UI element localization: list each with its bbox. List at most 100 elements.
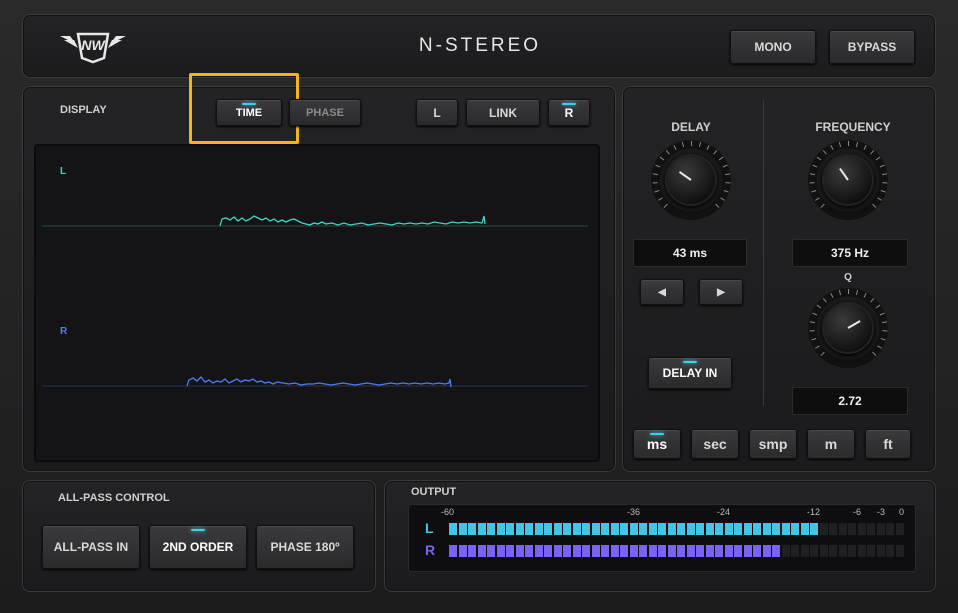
meter-bar-r — [449, 545, 905, 557]
meter-segment — [620, 523, 628, 535]
delay-in-led-indicator — [683, 361, 697, 363]
delay-knob[interactable] — [651, 140, 731, 220]
second-order-button[interactable]: 2ND ORDER — [149, 525, 247, 569]
meter-segment — [781, 523, 790, 535]
knob-tick — [847, 289, 849, 294]
meter-segment — [468, 545, 476, 557]
meter-bar-l — [449, 523, 905, 535]
highlight-box — [189, 73, 299, 144]
unit-ft-button[interactable]: ft — [865, 429, 911, 459]
meter-scale-tick: -3 — [877, 507, 886, 517]
meter-segment — [544, 523, 552, 535]
meter-segment — [857, 523, 866, 535]
meter-segment — [772, 523, 780, 535]
logo: NW — [58, 30, 128, 64]
mono-button[interactable]: MONO — [730, 30, 816, 64]
meter-segment — [715, 545, 723, 557]
meter-segment — [677, 523, 685, 535]
meter-segment — [800, 523, 809, 535]
bypass-button[interactable]: BYPASS — [829, 30, 915, 64]
unit-m-button[interactable]: m — [807, 429, 855, 459]
link-button[interactable]: LINK — [466, 99, 540, 126]
waveform-l — [219, 215, 486, 227]
output-section-label: OUTPUT — [411, 486, 457, 498]
meter-segment — [525, 523, 533, 535]
meter-segment — [629, 545, 638, 557]
meter-segment — [895, 545, 904, 557]
meter-segment — [506, 545, 514, 557]
waveform-display: L R — [34, 144, 600, 462]
meter-segment — [848, 545, 856, 557]
delay-label: DELAY — [671, 120, 711, 134]
delay-in-button[interactable]: DELAY IN — [648, 357, 732, 389]
meter-segment — [848, 523, 856, 535]
meter-segment — [838, 545, 847, 557]
unit-sec-button[interactable]: sec — [691, 429, 739, 459]
second-order-led-indicator — [191, 529, 205, 531]
meter-segment — [610, 523, 619, 535]
right-arrow-icon: ▶ — [717, 286, 725, 298]
meter-scale-tick: -6 — [853, 507, 862, 517]
meter-segment — [876, 523, 885, 535]
meter-l-label: L — [425, 520, 434, 536]
frequency-value[interactable]: 375 Hz — [792, 239, 908, 267]
meter-segment — [468, 523, 476, 535]
phase-180-button[interactable]: PHASE 180º — [256, 525, 354, 569]
meter-segment — [639, 545, 647, 557]
meter-segment — [667, 523, 676, 535]
meter-segment — [563, 523, 571, 535]
unit-ms-button[interactable]: ms — [633, 429, 681, 459]
meter-segment — [506, 523, 514, 535]
allpass-in-button[interactable]: ALL-PASS IN — [42, 525, 140, 569]
meter-segment — [895, 523, 904, 535]
meter-segment — [886, 545, 894, 557]
meter-segment — [534, 523, 543, 535]
meter-segment — [791, 523, 799, 535]
meter-scale-tick: -12 — [807, 507, 821, 517]
meter-segment — [591, 545, 600, 557]
delay-value[interactable]: 43 ms — [633, 239, 747, 267]
left-channel-button[interactable]: L — [416, 99, 458, 126]
meter-segment — [648, 545, 657, 557]
allpass-in-led-indicator — [84, 529, 98, 531]
meter-segment — [886, 523, 894, 535]
meter-scale-tick: -24 — [717, 507, 731, 517]
meter-scale-tick: -60 — [441, 507, 455, 517]
meter-segment — [696, 545, 704, 557]
meter-segment — [449, 545, 457, 557]
meter-segment — [772, 545, 780, 557]
meter-segment — [496, 523, 505, 535]
knob-tick — [690, 141, 692, 146]
meter-segment — [639, 523, 647, 535]
smp-led-indicator — [766, 433, 780, 435]
meter-segment — [601, 545, 609, 557]
meter-segment — [857, 545, 866, 557]
meter-segment — [658, 545, 666, 557]
meter-segment — [715, 523, 723, 535]
meter-scale-tick: -36 — [627, 507, 641, 517]
left-arrow-icon: ◀ — [658, 286, 666, 298]
meter-segment — [601, 523, 609, 535]
delay-decrement-button[interactable]: ◀ — [640, 279, 684, 305]
unit-smp-button[interactable]: smp — [749, 429, 797, 459]
frequency-knob[interactable] — [808, 140, 888, 220]
phase-button[interactable]: PHASE — [289, 99, 361, 126]
meter-segment — [487, 545, 495, 557]
meter-segment — [677, 545, 685, 557]
allpass-section-label: ALL-PASS CONTROL — [58, 492, 170, 504]
meter-segment — [819, 545, 828, 557]
meter-segment — [525, 545, 533, 557]
q-knob[interactable] — [808, 288, 888, 368]
meter-segment — [477, 545, 486, 557]
right-channel-button[interactable]: R — [548, 99, 590, 126]
meter-segment — [696, 523, 704, 535]
waveform-svg — [42, 215, 588, 388]
delay-increment-button[interactable]: ▶ — [699, 279, 743, 305]
meter-segment — [724, 523, 733, 535]
meter-scale-tick: 0 — [899, 507, 905, 517]
q-value[interactable]: 2.72 — [792, 387, 908, 415]
meter-segment — [724, 545, 733, 557]
meter-segment — [458, 523, 467, 535]
meter-segment — [829, 523, 837, 535]
meter-segment — [591, 523, 600, 535]
